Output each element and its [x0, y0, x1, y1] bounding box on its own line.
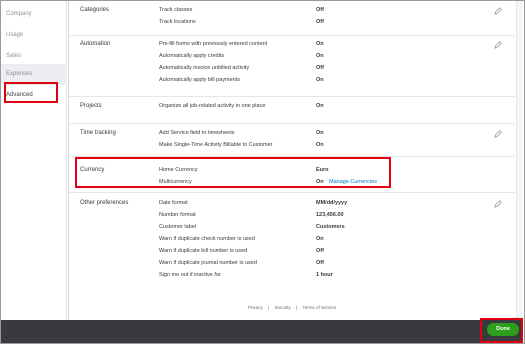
setting-label: Automatically apply credits	[159, 53, 225, 59]
highlight-box-done	[480, 318, 523, 343]
pencil-icon[interactable]	[494, 7, 502, 15]
section-categories[interactable]: Categories Track classes Off Track locat…	[69, 1, 515, 35]
setting-label: Warn if duplicate bill number is used	[159, 248, 248, 254]
setting-label: Add Service field to timesheets	[159, 130, 235, 136]
setting-label: Date format	[159, 200, 188, 206]
setting-label: Customer label	[159, 224, 196, 230]
pencil-icon[interactable]	[494, 130, 502, 138]
setting-label: Pre-fill forms with previously entered c…	[159, 41, 268, 47]
section-time-tracking[interactable]: Time tracking Add Service field to times…	[69, 123, 515, 156]
setting-value: 123,456.00	[316, 212, 344, 218]
setting-label: Warn if duplicate check number is used	[159, 236, 255, 242]
section-label: Time tracking	[80, 130, 116, 136]
setting-label: Number format	[159, 212, 196, 218]
section-label: Categories	[80, 7, 110, 13]
setting-label: Track locations	[159, 19, 196, 25]
sidebar-item-label: Usage	[6, 32, 24, 38]
section-label: Other preferences	[80, 200, 129, 206]
section-label: Projects	[80, 103, 102, 109]
setting-value: On	[316, 103, 324, 109]
setting-value: Off	[316, 248, 324, 254]
setting-label: Track classes	[159, 7, 193, 13]
highlight-box-advanced	[4, 82, 58, 103]
setting-label: Automatically apply bill payments	[159, 77, 241, 83]
setting-label: Organize all job-related activity in one…	[159, 103, 266, 109]
bottom-action-bar	[1, 320, 523, 343]
pencil-icon[interactable]	[494, 41, 502, 49]
sidebar-item-label: Sales	[6, 53, 22, 59]
settings-sidebar: Company Usage Sales Expenses Advanced	[1, 1, 67, 320]
section-automation[interactable]: Automation Pre-fill forms with previousl…	[69, 35, 515, 96]
setting-value: Off	[316, 19, 324, 25]
setting-value: On	[316, 41, 324, 47]
setting-value: Off	[316, 260, 324, 266]
setting-value: Off	[316, 65, 324, 71]
section-label: Automation	[80, 41, 111, 47]
setting-label: Make Single-Time Activity Billable to Cu…	[159, 142, 273, 148]
setting-value: On	[316, 130, 324, 136]
terms-of-service-link[interactable]: Terms of Service	[302, 305, 336, 310]
scrollbar[interactable]	[516, 1, 523, 320]
section-other-preferences[interactable]: Other preferences Date format MM/dd/yyyy…	[69, 192, 515, 290]
setting-value: Off	[316, 7, 324, 13]
setting-label: Automatically invoice unbilled activity	[159, 65, 250, 71]
section-projects[interactable]: Projects Organize all job-related activi…	[69, 96, 515, 123]
security-link[interactable]: Security	[274, 305, 290, 310]
setting-value: Customers	[316, 224, 345, 230]
setting-value: On	[316, 77, 324, 83]
footer-links: Privacy | Security | Terms of Service	[69, 305, 515, 310]
setting-label: Sign me out if inactive for	[159, 272, 221, 278]
footer-separator: |	[268, 305, 270, 310]
privacy-link[interactable]: Privacy	[248, 305, 263, 310]
setting-value: MM/dd/yyyy	[316, 200, 348, 206]
setting-value: On	[316, 236, 324, 242]
sidebar-item-company[interactable]: Company	[1, 4, 67, 25]
highlight-box-currency	[75, 157, 391, 188]
sidebar-item-label: Company	[6, 11, 32, 17]
sidebar-item-label: Expenses	[6, 71, 33, 77]
setting-value: 1 hour	[316, 272, 333, 278]
sidebar-item-usage[interactable]: Usage	[1, 25, 67, 46]
pencil-icon[interactable]	[494, 200, 502, 208]
footer-separator: |	[296, 305, 298, 310]
setting-label: Warn if duplicate journal number is used	[159, 260, 257, 266]
setting-value: On	[316, 142, 324, 148]
setting-value: On	[316, 53, 324, 59]
